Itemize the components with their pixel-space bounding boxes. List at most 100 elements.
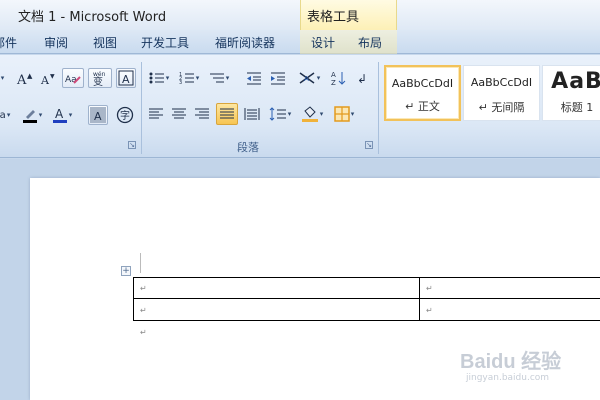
align-left-button[interactable] (146, 104, 166, 124)
table-move-handle-icon[interactable]: + (121, 266, 131, 276)
tab-view[interactable]: 视图 (93, 34, 117, 51)
table-tools-label: 表格工具 (307, 10, 360, 25)
paragraph-mark: ↵ (140, 284, 147, 293)
sort-button[interactable]: AZ (328, 68, 348, 88)
multilevel-list-button[interactable]: ▾ (206, 68, 232, 88)
bullets-button[interactable]: ▾ (146, 68, 172, 88)
paragraph-mark-icon: ↲ (357, 72, 367, 85)
svg-text:A: A (304, 75, 309, 83)
svg-text:▲: ▲ (27, 72, 33, 80)
paragraph-dialog-launcher-icon[interactable]: ↘ (365, 141, 373, 149)
line-spacing-button[interactable]: ▾ (266, 104, 294, 124)
character-border-button[interactable]: A (116, 68, 136, 88)
font-dialog-launcher-icon[interactable]: ↘ (128, 141, 136, 149)
table-cell[interactable]: ↵ (420, 278, 600, 298)
shrink-font-icon: A ▼ (40, 73, 55, 85)
phonetic-guide-button[interactable]: wén 变 (88, 68, 112, 88)
enclose-characters-icon: 字 (116, 106, 134, 124)
style-sample: AaBbCcDdI (391, 77, 454, 90)
table-tools-header: 表格工具 (300, 0, 397, 30)
numbering-icon: 123 (179, 72, 194, 85)
table-cell[interactable]: ↵ (420, 299, 600, 320)
svg-text:▼: ▼ (50, 73, 55, 80)
table-border-bottom (133, 320, 600, 321)
character-shading-button[interactable]: A (88, 105, 108, 125)
paragraph-mark: ↵ (140, 328, 147, 337)
font-size-dropdown-arrow[interactable]: ▾ (0, 68, 8, 88)
watermark-url: jingyan.baidu.com (466, 373, 550, 383)
style-sample: AaB (551, 69, 600, 94)
watermark-text: Baidu 经验 (460, 351, 562, 373)
distributed-button[interactable] (242, 104, 262, 124)
decrease-indent-button[interactable] (244, 68, 264, 88)
show-paragraph-marks-button[interactable]: ↲ (352, 68, 372, 88)
tab-layout[interactable]: 布局 (358, 34, 382, 51)
tab-design[interactable]: 设计 (311, 34, 335, 51)
group-separator (378, 62, 379, 154)
svg-text:3: 3 (179, 80, 182, 85)
svg-text:A: A (16, 73, 27, 85)
window-title: 文档 1 - Microsoft Word (18, 10, 167, 25)
grow-font-button[interactable]: A ▲ (14, 68, 36, 88)
enclose-characters-button[interactable]: 字 (114, 105, 136, 125)
borders-button[interactable]: ▾ (330, 104, 358, 124)
sort-icon: AZ (331, 71, 346, 86)
svg-text:A: A (55, 107, 64, 121)
table-cell[interactable]: ↵ (134, 278, 419, 298)
chinese-layout-button[interactable]: A ▾ (294, 68, 324, 88)
align-right-icon (195, 108, 209, 119)
group-separator (141, 62, 142, 154)
tab-foxit-reader[interactable]: 福昕阅读器 (215, 34, 275, 51)
grow-font-icon: A ▲ (16, 72, 33, 85)
style-name: 标题 1 (560, 101, 594, 114)
line-spacing-icon (269, 107, 286, 121)
bullets-icon (149, 72, 164, 84)
style-heading-1[interactable]: AaB 标题 1 (542, 65, 600, 121)
left-margin-guide (140, 253, 141, 273)
svg-text:A: A (94, 110, 102, 123)
highlight-color-button[interactable]: ▾ (20, 105, 44, 125)
character-border-icon: A (118, 70, 134, 86)
borders-icon (333, 106, 350, 122)
paragraph-group-label: 段落 (237, 141, 259, 154)
increase-indent-button[interactable] (268, 68, 288, 88)
tab-mailings[interactable]: 邮件 (0, 34, 17, 51)
align-center-button[interactable] (169, 104, 189, 124)
style-no-spacing[interactable]: AaBbCcDdI ↵ 无间隔 (463, 65, 540, 121)
text-effect-dropdown[interactable]: a ▾ (0, 105, 14, 125)
chinese-layout-icon: A (299, 72, 315, 84)
numbering-button[interactable]: 1 2 3 ▾ (176, 68, 202, 88)
shrink-font-button[interactable]: A ▼ (38, 68, 58, 88)
style-name: ↵ 正文 (405, 100, 440, 113)
increase-indent-icon (271, 72, 285, 85)
svg-text:A: A (122, 73, 130, 86)
style-sample: AaBbCcDdI (470, 76, 533, 89)
paragraph-mark: ↵ (426, 284, 433, 293)
svg-text:字: 字 (120, 109, 130, 122)
font-color-button[interactable]: A ▾ (50, 105, 74, 125)
clear-formatting-icon: Aa (65, 75, 81, 85)
svg-text:变: 变 (93, 75, 103, 86)
paint-bucket-icon (301, 106, 318, 122)
style-normal[interactable]: AaBbCcDdI ↵ 正文 (384, 65, 461, 121)
tab-developer[interactable]: 开发工具 (141, 34, 189, 51)
align-center-icon (172, 108, 186, 119)
decrease-indent-icon (247, 72, 261, 85)
shading-button[interactable]: ▾ (298, 104, 326, 124)
justify-icon (220, 108, 234, 119)
align-right-button[interactable] (192, 104, 212, 124)
justify-button[interactable] (216, 103, 238, 125)
highlight-pen-icon (22, 110, 37, 123)
font-color-icon: A (52, 107, 67, 123)
style-name: ↵ 无间隔 (478, 101, 525, 114)
clear-formatting-button[interactable]: Aa (62, 68, 84, 88)
table-cell[interactable]: ↵ (134, 299, 419, 320)
tab-review[interactable]: 审阅 (44, 34, 68, 51)
svg-text:A: A (40, 74, 50, 85)
align-left-icon (149, 108, 163, 119)
paragraph-mark: ↵ (426, 306, 433, 315)
svg-text:↲: ↲ (357, 72, 367, 85)
phonetic-guide-icon: wén变 (93, 71, 106, 86)
svg-text:Aa: Aa (65, 75, 77, 85)
baidu-jingyan-watermark: Baidu 经验 jingyan.baidu.com (460, 335, 600, 390)
